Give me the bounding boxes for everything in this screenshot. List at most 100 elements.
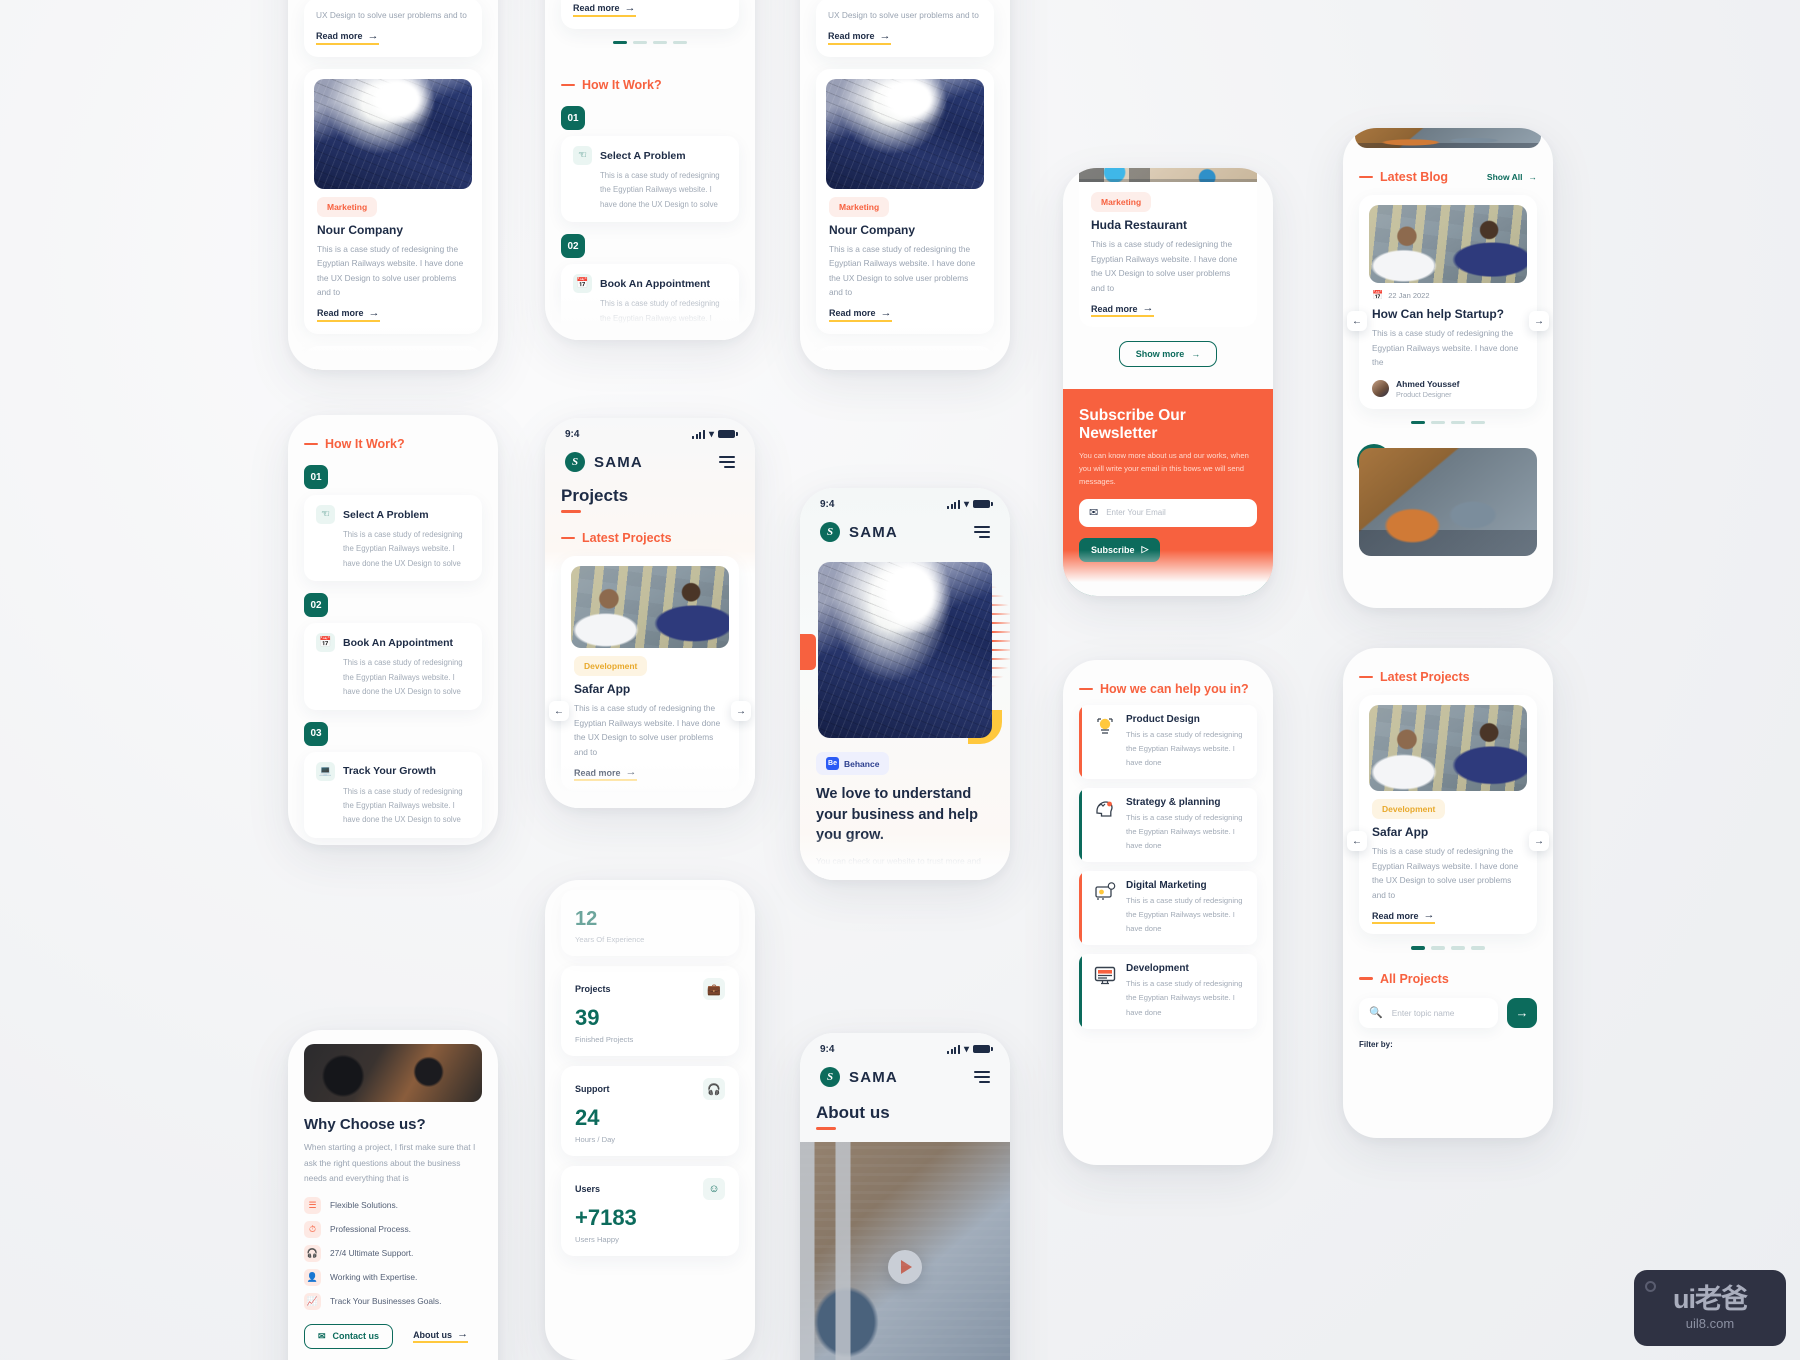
list-item[interactable]: 🎧 27/4 Ultimate Support. [304, 1244, 482, 1262]
wifi-icon: ▾ [963, 1043, 969, 1055]
step-item[interactable]: 03 💻 Track Your Growth This is a case st… [304, 721, 482, 838]
email-field[interactable]: ✉ Enter Your Email [1079, 498, 1257, 527]
why-choose-image [304, 1044, 482, 1102]
mail-icon: ✉ [318, 1330, 326, 1341]
blog-card[interactable]: 📅 22 Jan 2022 How Can help Startup? This… [1359, 195, 1537, 409]
category-chip[interactable]: Development [1372, 799, 1446, 819]
menu-icon[interactable] [974, 526, 990, 538]
blog-date: 📅 22 Jan 2022 [1372, 290, 1430, 300]
behance-icon: Be [826, 757, 839, 770]
read-more-link[interactable]: Read more→ [1372, 910, 1435, 925]
dot[interactable] [1451, 946, 1465, 950]
show-more-button[interactable]: Show more → [1118, 341, 1218, 368]
fade-overlay [1063, 550, 1273, 596]
project-card[interactable]: Development Safar App This is a case stu… [561, 556, 739, 792]
card-body-text: This is a case study of redesigning the … [1372, 846, 1519, 900]
dot[interactable] [653, 40, 667, 44]
show-all-button[interactable]: Show All → [1487, 172, 1537, 182]
category-chip[interactable]: Marketing [317, 196, 378, 217]
list-item[interactable]: ☰ Flexible Solutions. [304, 1196, 482, 1214]
project-card[interactable]: Development Safar App This is a case stu… [1359, 695, 1537, 935]
arrow-right-icon: → [367, 29, 379, 42]
read-more-link[interactable]: Read more→ [316, 29, 379, 45]
step-item[interactable]: 01 ☜ Select A Problem This is a case stu… [304, 465, 482, 582]
about-us-video[interactable] [800, 1142, 1010, 1360]
step-item[interactable]: 02 📅 Book An Appointment This is a case … [304, 593, 482, 710]
play-icon[interactable] [888, 1250, 922, 1284]
section-title: Latest Projects [582, 531, 672, 545]
brand-name: SAMA [594, 453, 643, 471]
carousel-dots[interactable] [561, 40, 739, 44]
list-item[interactable]: 👤 Working with Expertise. [304, 1268, 482, 1286]
smiley-icon: ☺ [703, 1178, 725, 1200]
carousel-prev-button[interactable]: ← [1347, 311, 1367, 331]
help-item[interactable]: Product Design This is a case study of r… [1079, 705, 1257, 780]
stat-value: 12 [575, 908, 598, 930]
search-placeholder: Enter topic name [1391, 1007, 1455, 1018]
search-input[interactable]: 🔍 Enter topic name [1359, 997, 1498, 1028]
brand-logo[interactable]: S SAMA [565, 452, 643, 472]
avatar [1372, 380, 1389, 398]
project-card[interactable]: Marketing Nour Company This is a case st… [304, 68, 482, 334]
stat-label: Projects [575, 984, 611, 994]
help-title: Digital Marketing [1126, 880, 1207, 892]
hand-pointer-icon: ☜ [316, 505, 335, 524]
sama-logo-icon: S [820, 1067, 840, 1087]
dash-icon [1079, 687, 1093, 691]
section-title: How It Work? [582, 78, 662, 92]
brand-name: SAMA [849, 523, 898, 541]
feature-label: Working with Expertise. [330, 1272, 418, 1283]
help-item[interactable]: Digital Marketing This is a case study o… [1079, 871, 1257, 946]
category-chip[interactable]: Development [574, 656, 648, 676]
dot[interactable] [673, 40, 687, 44]
restaurant-card[interactable]: Marketing Huda Restaurant This is a case… [1079, 168, 1257, 328]
stat-sub: Users Happy [575, 1235, 619, 1244]
carousel-prev-button[interactable]: ← [549, 701, 569, 721]
project-card[interactable]: Marketing Nour Company This is a case st… [816, 68, 994, 334]
project-card-partial[interactable]: UX Design to solve user problems and to … [816, 0, 994, 57]
dot[interactable] [1431, 946, 1445, 950]
menu-icon[interactable] [974, 1071, 990, 1083]
phone-screen-hero: 9:4 ▾ S SAMA Be Behance We love to under… [800, 488, 1010, 880]
category-chip[interactable]: Marketing [829, 196, 890, 217]
carousel-next-button[interactable]: → [1529, 311, 1549, 331]
behance-chip[interactable]: Be Behance [816, 752, 890, 775]
dot-active[interactable] [1411, 946, 1425, 950]
feature-label: Flexible Solutions. [330, 1200, 398, 1211]
help-body: This is a case study of redesigning the … [1126, 979, 1243, 1017]
read-more-link[interactable]: Read more→ [1091, 303, 1154, 318]
list-item[interactable]: ⏱ Professional Process. [304, 1220, 482, 1238]
help-body: This is a case study of redesigning the … [1126, 730, 1243, 768]
help-item[interactable]: Strategy & planning This is a case study… [1079, 788, 1257, 863]
dot[interactable] [633, 40, 647, 44]
about-us-link[interactable]: About us → [413, 1329, 469, 1344]
read-more-link[interactable]: Read more→ [317, 307, 380, 322]
carousel-prev-button[interactable]: ← [1347, 831, 1367, 851]
card-body-text: This is a case study of redesigning the … [1372, 328, 1519, 368]
stat-value: 39 [575, 1005, 600, 1030]
carousel-dots[interactable] [1359, 946, 1537, 950]
help-item[interactable]: Development This is a case study of rede… [1079, 954, 1257, 1029]
dot-active[interactable] [613, 40, 627, 44]
read-more-link[interactable]: Read more→ [828, 29, 891, 45]
briefcase-icon: 💼 [703, 978, 725, 1000]
list-item[interactable]: 📈 Track Your Businesses Goals. [304, 1292, 482, 1310]
carousel-next-button[interactable]: → [731, 701, 751, 721]
read-more-link[interactable]: Read more→ [829, 307, 892, 322]
brand-logo[interactable]: S SAMA [820, 522, 898, 542]
calendar-icon: 📅 [1372, 290, 1384, 300]
brand-logo[interactable]: S SAMA [820, 1067, 898, 1087]
search-submit-button[interactable]: → [1507, 997, 1537, 1028]
app-bar: S SAMA [800, 514, 1010, 548]
signal-bars-icon [947, 1044, 960, 1054]
read-more-link[interactable]: Read more→ [573, 2, 636, 17]
project-card-partial[interactable]: Read more → [561, 0, 739, 29]
menu-icon[interactable] [719, 456, 735, 468]
step-item[interactable]: 01 ☜ Select A Problem This is a case stu… [561, 106, 739, 223]
dot[interactable] [1471, 946, 1485, 950]
category-chip[interactable]: Marketing [1091, 192, 1152, 212]
carousel-next-button[interactable]: → [1529, 831, 1549, 851]
contact-us-button[interactable]: ✉ Contact us [304, 1323, 394, 1349]
arrow-right-icon: → [879, 29, 891, 42]
project-card-partial[interactable]: UX Design to solve user problems and to … [304, 0, 482, 57]
